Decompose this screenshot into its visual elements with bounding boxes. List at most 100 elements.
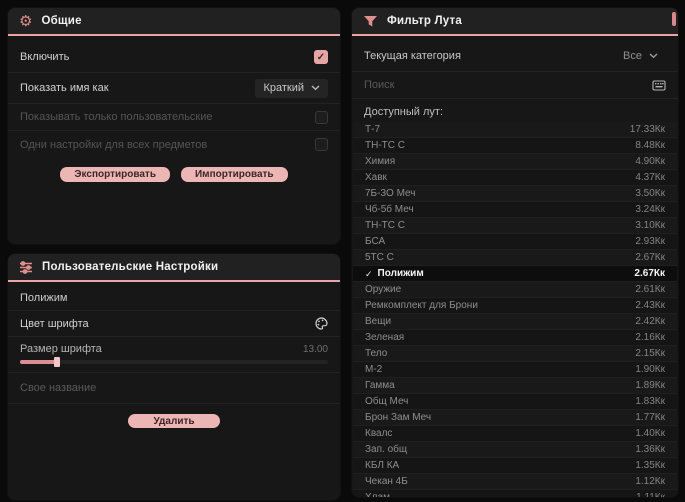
list-item-name-wrap: Зеленая (365, 332, 404, 344)
list-item-name-wrap: Чб-5б Меч (365, 204, 414, 216)
font-size-value: 13.00 (302, 343, 328, 355)
palette-icon[interactable] (315, 317, 328, 330)
list-item-value: 2.42Кк (635, 315, 665, 327)
list-item-value: 1.35Кк (635, 459, 665, 471)
list-item[interactable]: ТН-ТС С 3.10Кк (353, 218, 677, 234)
font-size-slider[interactable] (20, 357, 328, 367)
slider-handle[interactable] (54, 357, 60, 367)
list-item[interactable]: 7Б-3О Меч 3.50Кк (353, 186, 677, 202)
list-item-name: Оружие (365, 283, 402, 295)
user-settings-header: Пользовательские Настройки (8, 254, 340, 280)
chevron-down-icon (649, 53, 658, 59)
list-item[interactable]: Химия 4.90Кк (353, 154, 677, 170)
selected-item-name: Полижим (20, 292, 68, 304)
search-input[interactable] (364, 79, 652, 91)
list-item-name-wrap: 5ТС С (365, 252, 394, 264)
list-item-name: Хавк (365, 171, 387, 183)
search-row (352, 72, 678, 99)
list-item-value: 2.15Кк (635, 347, 665, 359)
list-item-name: Зеленая (365, 331, 405, 343)
list-item[interactable]: Т-7 17.33Кк (353, 122, 677, 138)
export-button[interactable]: Экспортировать (60, 167, 170, 182)
list-item-value: 3.10Кк (635, 219, 665, 231)
user-settings-panel: Пользовательские Настройки Полижим Цвет … (8, 254, 340, 500)
list-item-name: 7Б-3О Меч (365, 187, 416, 199)
list-item-name: БСА (365, 235, 386, 247)
list-item-name-wrap: Т-7 (365, 124, 380, 136)
list-item[interactable]: Зап. общ 1.36Кк (353, 442, 677, 458)
list-item[interactable]: ✓ Полижим 2.67Кк (353, 266, 677, 282)
list-item-name-wrap: М-2 (365, 364, 382, 376)
slider-fill (20, 360, 58, 364)
loot-list: Т-7 17.33Кк ТН-ТС С 8.48Кк Химия 4.90Кк Хавк 4.… (353, 122, 677, 497)
list-item[interactable]: КБЛ КА 1.35Кк (353, 458, 677, 474)
list-item-value: 8.48Кк (635, 139, 665, 151)
list-item-name: Брон Зам Меч (365, 411, 432, 423)
list-item[interactable]: Хавк 4.37Кк (353, 170, 677, 186)
list-item-name-wrap: Химия (365, 156, 395, 168)
list-item[interactable]: ТН-ТС С 8.48Кк (353, 138, 677, 154)
only-custom-checkbox[interactable] (315, 110, 328, 124)
list-item[interactable]: Оружие 2.61Кк (353, 282, 677, 298)
only-custom-row: Показывать только пользовательские (8, 104, 340, 131)
show-name-row: Показать имя как Краткий (8, 73, 340, 104)
only-custom-label: Показывать только пользовательские (20, 111, 213, 123)
font-color-row: Цвет шрифта (8, 310, 340, 337)
list-item[interactable]: Вещи 2.42Кк (353, 314, 677, 330)
list-item-name: Т-7 (365, 123, 380, 135)
list-item-name: Хлам (365, 491, 390, 498)
enable-checkbox[interactable]: ✓ (314, 50, 328, 64)
list-item-name: Чб-5б Меч (365, 203, 414, 215)
list-item-name: Общ Меч (365, 395, 409, 407)
enable-label: Включить (20, 51, 70, 63)
list-item[interactable]: 5ТС С 2.67Кк (353, 250, 677, 266)
list-item[interactable]: Чекан 4Б 1.12Кк (353, 474, 677, 490)
list-item[interactable]: БСА 2.93Кк (353, 234, 677, 250)
list-item[interactable]: Общ Меч 1.83Кк (353, 394, 677, 410)
list-item-value: 4.37Кк (635, 171, 665, 183)
list-item-value: 1.90Кк (635, 363, 665, 375)
category-dropdown[interactable]: Все (615, 47, 666, 66)
loot-filter-panel: Фильтр Лута Текущая категория Все Поиск … (352, 8, 678, 497)
list-item[interactable]: Квалс 1.40Кк (353, 426, 677, 442)
list-item[interactable]: Гамма 1.89Кк (353, 378, 677, 394)
list-item-name: КБЛ КА (365, 459, 400, 471)
list-item-value: 2.67Кк (634, 267, 665, 279)
list-item-name-wrap: Вещи (365, 316, 391, 328)
list-item-value: 3.50Кк (635, 187, 665, 199)
show-name-label: Показать имя как (20, 82, 109, 94)
list-item-name: Тело (365, 347, 388, 359)
category-value: Все (623, 50, 642, 62)
keyboard-icon[interactable] (652, 79, 666, 91)
enable-row: Включить ✓ (8, 42, 340, 73)
general-panel-title: Общие (41, 15, 82, 27)
scrollbar-thumb[interactable] (672, 12, 676, 26)
list-item-name-wrap: Зап. общ (365, 444, 407, 456)
list-item[interactable]: Тело 2.15Кк (353, 346, 677, 362)
selected-check-icon: ✓ (365, 268, 373, 279)
list-item[interactable]: Зеленая 2.16Кк (353, 330, 677, 346)
custom-name-input[interactable] (20, 382, 328, 394)
list-item[interactable]: Брон Зам Меч 1.77Кк (353, 410, 677, 426)
list-item-value: 1.12Кк (635, 475, 665, 487)
list-item[interactable]: М-2 1.90Кк (353, 362, 677, 378)
list-item[interactable]: Хлам 1.11Кк (353, 490, 677, 497)
list-item-value: 3.24Кк (635, 203, 665, 215)
list-item-name-wrap: ТН-ТС С (365, 220, 405, 232)
list-item-name: Полижим (377, 267, 424, 279)
list-item-name-wrap: Ремкомплект для Брони (365, 300, 478, 312)
list-item-name: Химия (365, 155, 396, 167)
delete-button[interactable]: Удалить (128, 414, 220, 428)
same-settings-checkbox[interactable] (315, 138, 328, 151)
list-item-value: 2.61Кк (635, 283, 665, 295)
show-name-dropdown[interactable]: Краткий (255, 78, 328, 98)
list-item-name-wrap: ТН-ТС С (365, 140, 405, 152)
list-item[interactable]: Чб-5б Меч 3.24Кк (353, 202, 677, 218)
list-item-name: Ремкомплект для Брони (365, 299, 478, 311)
mod-settings-screen: { "colors": { "accent_pink": "#eda4a9", … (0, 0, 685, 502)
font-size-label: Размер шрифта (20, 343, 102, 355)
list-item[interactable]: Ремкомплект для Брони 2.43Кк (353, 298, 677, 314)
import-button[interactable]: Импортировать (180, 167, 288, 182)
loot-list-scrollbar[interactable] (672, 10, 676, 380)
font-color-label: Цвет шрифта (20, 317, 89, 330)
